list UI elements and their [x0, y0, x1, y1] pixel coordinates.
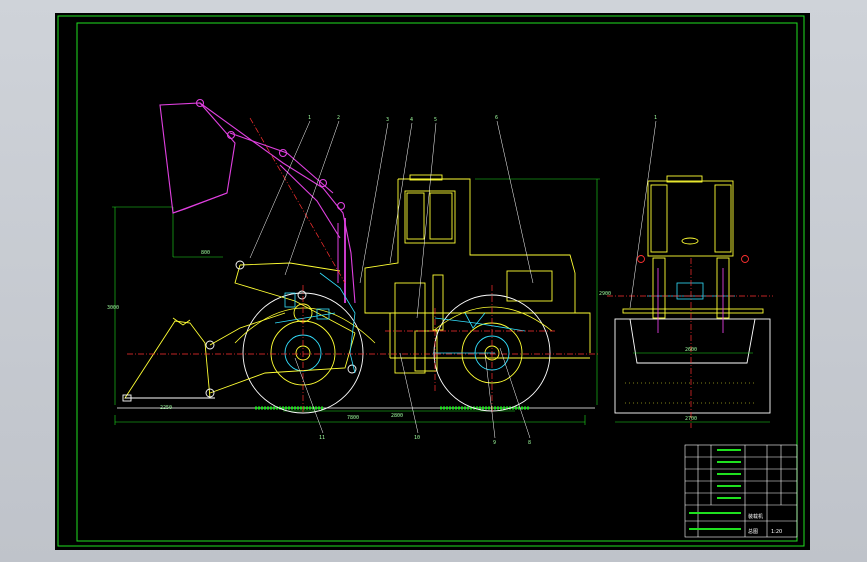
front-bottom-width-text: 2700: [685, 416, 697, 422]
callout-5: 5: [434, 117, 437, 123]
front-cab: [647, 180, 734, 257]
callout-2: 2: [337, 115, 340, 121]
cab-height-text: 2900: [599, 291, 611, 297]
scale-text: 1:20: [771, 529, 782, 535]
callout-6: 6: [495, 115, 498, 121]
callout-11: 11: [319, 435, 325, 441]
bucket-height-text: 800: [201, 250, 210, 256]
inner-border: [76, 22, 798, 542]
bucket: [122, 317, 215, 402]
outer-border: [57, 15, 805, 547]
bucket-length-text: 2250: [160, 405, 172, 411]
title-block-text: 装载机 总图 1:20: [748, 513, 782, 535]
viewport: 1 2 3 4 5 6 1 11 10 9 8 7800 2800 2250 3…: [0, 0, 867, 562]
side-view: [112, 98, 600, 439]
overall-height-text: 3000: [107, 305, 119, 311]
title-text: 装载机: [748, 513, 763, 520]
callout-4: 4: [410, 117, 413, 123]
drawing-canvas[interactable]: 1 2 3 4 5 6 1 11 10 9 8 7800 2800 2250 3…: [55, 13, 810, 550]
dimension-labels: 7800 2800 2250 3000 2900 800 2600 2700: [107, 250, 697, 422]
front-bucket: [614, 318, 771, 414]
front-view: [607, 120, 773, 428]
callout-8: 8: [528, 440, 531, 446]
excavator-arm: [159, 98, 356, 304]
callout-9: 9: [493, 440, 496, 446]
articulation-frame: [394, 282, 426, 374]
wheelbase-text: 2800: [391, 413, 403, 419]
title-block-hatch: [689, 449, 741, 530]
callout-10: 10: [414, 435, 420, 441]
engine-hood-panel: [506, 270, 553, 302]
front-callout: 1: [654, 115, 657, 121]
overall-length-text: 7800: [347, 415, 359, 421]
code-text: 总图: [748, 528, 758, 535]
title-block: [684, 444, 798, 538]
callout-1: 1: [308, 115, 311, 121]
rear-fender: [432, 306, 553, 332]
front-width-text: 2600: [685, 347, 697, 353]
cad-drawing: 1 2 3 4 5 6 1 11 10 9 8 7800 2800 2250 3…: [57, 15, 805, 547]
callout-3: 3: [386, 117, 389, 123]
